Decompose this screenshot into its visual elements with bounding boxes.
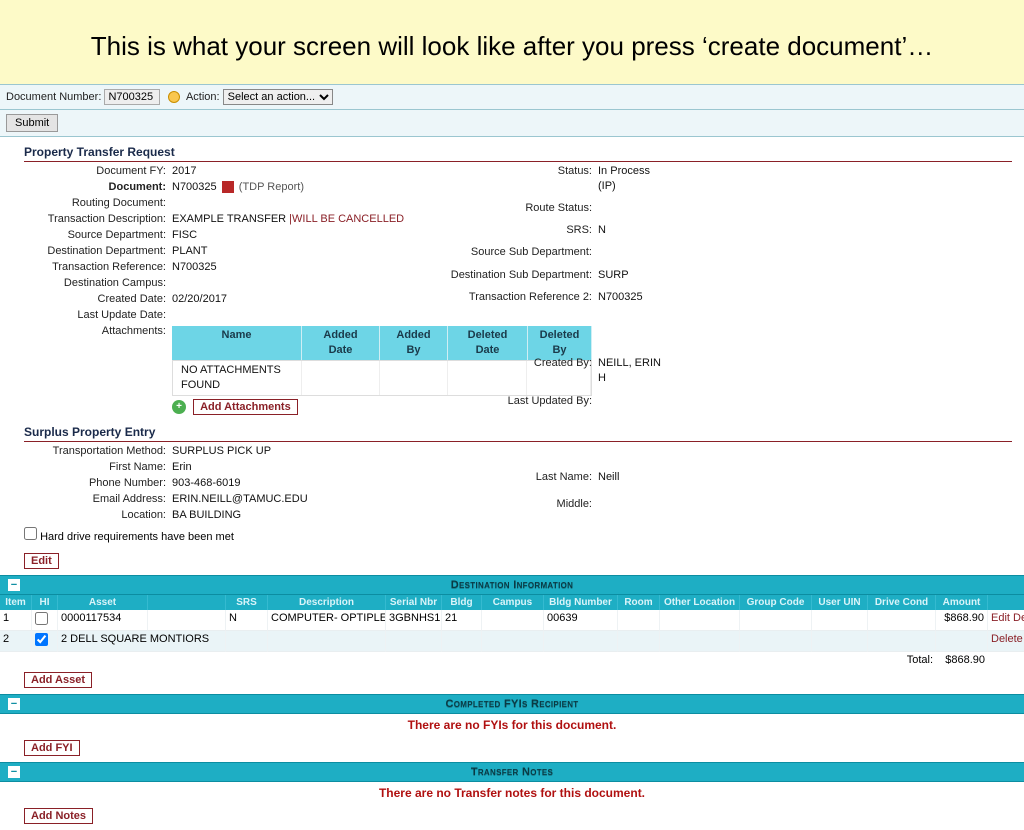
- srs-label: SRS:: [434, 223, 598, 244]
- status-label: Status:: [434, 164, 598, 200]
- phone-value: 903-468-6019: [172, 476, 414, 491]
- destination-total-row: Total:$868.90: [0, 652, 1024, 668]
- trans-desc-label: Transaction Description:: [24, 212, 172, 227]
- destination-row: 10000117534NCOMPUTER- OPTIPLEX 9903GBNHS…: [0, 610, 1024, 631]
- email-label: Email Address:: [24, 492, 172, 507]
- last-upd-date-label: Last Update Date:: [24, 308, 172, 323]
- last-name-label: Last Name:: [434, 470, 598, 496]
- first-name-label: First Name:: [24, 460, 172, 475]
- trans-ref2-label: Transaction Reference 2:: [434, 290, 598, 311]
- dst-dept-label: Destination Department:: [24, 244, 172, 259]
- email-value: ERIN.NEILL@TAMUC.EDU: [172, 492, 414, 507]
- dest-campus-label: Destination Campus:: [24, 276, 172, 291]
- dst-sub-label: Destination Sub Department:: [434, 268, 598, 289]
- created-by-label: Created By:: [434, 356, 598, 392]
- location-label: Location:: [24, 508, 172, 523]
- destination-row: 22 DELL SQUARE MONTIORSDelete: [0, 631, 1024, 652]
- fyi-bar: − Completed FYIs Recipient: [0, 694, 1024, 714]
- created-date-label: Created Date:: [24, 292, 172, 307]
- dst-sub-value: SURP: [598, 268, 664, 289]
- submit-row: Submit: [0, 110, 1024, 137]
- route-status-value: [598, 201, 664, 222]
- action-select[interactable]: Select an action...: [223, 89, 333, 105]
- ptr-header: Property Transfer Request: [24, 143, 1012, 162]
- action-label: Action:: [186, 91, 220, 103]
- destination-info-bar: − Destination Information: [0, 575, 1024, 595]
- document-number-input[interactable]: [104, 89, 160, 105]
- destination-table-header: ItemHIAssetSRSDescriptionSerial NbrBldgC…: [0, 595, 1024, 610]
- surplus-property-section: Surplus Property Entry Transportation Me…: [0, 417, 1024, 525]
- last-name-value: Neill: [598, 470, 664, 496]
- add-attachments-button[interactable]: Add Attachments: [193, 399, 298, 415]
- transport-label: Transportation Method:: [24, 444, 172, 459]
- srs-value: N: [598, 223, 664, 244]
- routing-doc-label: Routing Document:: [24, 196, 172, 211]
- trans-ref2-value: N700325: [598, 290, 664, 311]
- pdf-icon[interactable]: [222, 181, 234, 193]
- phone-label: Phone Number:: [24, 476, 172, 491]
- created-by-value: NEILL, ERIN H: [598, 356, 664, 392]
- toolbar: Document Number: Action: Select an actio…: [0, 84, 1024, 110]
- first-name-value: Erin: [172, 460, 414, 475]
- collapse-toggle-icon[interactable]: −: [8, 579, 20, 591]
- collapse-toggle-icon[interactable]: −: [8, 698, 20, 710]
- add-asset-button[interactable]: Add Asset: [24, 672, 92, 688]
- spe-header: Surplus Property Entry: [24, 423, 1012, 442]
- add-fyi-button[interactable]: Add FYI: [24, 740, 80, 756]
- attachments-label: Attachments:: [24, 324, 172, 415]
- document-label: Document:: [24, 180, 172, 195]
- row-actions[interactable]: Edit Delete: [988, 610, 1024, 631]
- trans-ref-label: Transaction Reference:: [24, 260, 172, 275]
- route-status-label: Route Status:: [434, 201, 598, 222]
- last-upd-by-label: Last Updated By:: [434, 394, 598, 415]
- location-value: BA BUILDING: [172, 508, 414, 523]
- hi-checkbox[interactable]: [35, 612, 48, 625]
- status-value: In Process (IP): [598, 164, 664, 200]
- lightbulb-icon: [168, 91, 180, 103]
- submit-button[interactable]: Submit: [6, 114, 58, 132]
- add-notes-button[interactable]: Add Notes: [24, 808, 93, 824]
- row-actions[interactable]: Delete: [988, 631, 1024, 652]
- hard-drive-label: Hard drive requirements have been met: [40, 531, 234, 543]
- application-panel: Document Number: Action: Select an actio…: [0, 84, 1024, 830]
- edit-button[interactable]: Edit: [24, 553, 59, 569]
- transfer-notes-bar: − Transfer Notes: [0, 762, 1024, 782]
- hard-drive-checkbox[interactable]: [24, 527, 37, 540]
- src-dept-label: Source Department:: [24, 228, 172, 243]
- notes-empty-message: There are no Transfer notes for this doc…: [0, 782, 1024, 804]
- property-transfer-section: Property Transfer Request Document FY:20…: [0, 137, 1024, 417]
- transport-value: SURPLUS PICK UP: [172, 444, 414, 459]
- document-number-label: Document Number:: [6, 91, 101, 103]
- last-upd-by-value: [598, 394, 664, 415]
- hi-checkbox[interactable]: [35, 633, 48, 646]
- add-attachment-icon[interactable]: +: [172, 400, 186, 414]
- doc-fy-label: Document FY:: [24, 164, 172, 179]
- fyi-empty-message: There are no FYIs for this document.: [0, 714, 1024, 736]
- src-sub-label: Source Sub Department:: [434, 245, 598, 266]
- middle-label: Middle:: [434, 497, 598, 523]
- middle-value: [598, 497, 664, 523]
- slide-title: This is what your screen will look like …: [0, 0, 1024, 84]
- tdp-report-link[interactable]: (TDP Report): [239, 181, 304, 193]
- src-sub-value: [598, 245, 664, 266]
